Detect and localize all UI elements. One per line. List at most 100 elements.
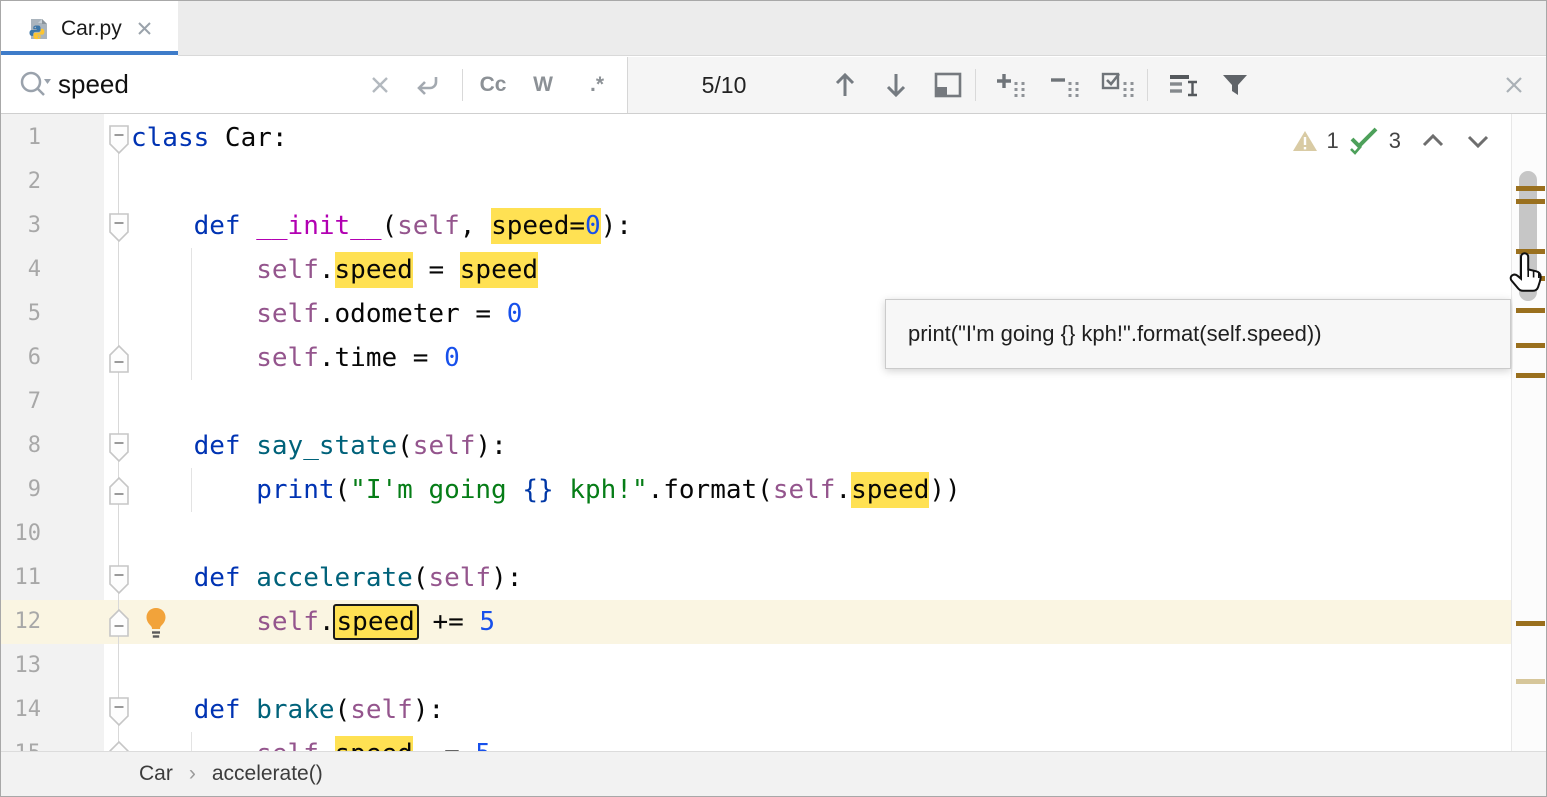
code-line-11[interactable]: 11 def accelerate(self): — [1, 556, 1513, 600]
code-token: def — [194, 431, 241, 461]
code-token: self — [428, 563, 491, 593]
code-token: )) — [929, 475, 960, 505]
fold-end-icon[interactable] — [108, 344, 130, 374]
code-token: brake — [256, 695, 334, 725]
code-token: self — [773, 475, 836, 505]
words-toggle[interactable]: W — [523, 57, 563, 113]
code-token: def — [194, 695, 241, 725]
code-token: self — [350, 695, 413, 725]
code-token: .time = — [319, 343, 444, 373]
filter-icon[interactable] — [1211, 57, 1259, 113]
code-line-14[interactable]: 14 def brake(self): — [1, 688, 1513, 732]
clear-search-icon[interactable] — [363, 57, 397, 113]
code-token: {} — [522, 475, 553, 505]
code-token: 0 — [444, 343, 460, 373]
search-match-stripe[interactable] — [1516, 308, 1545, 313]
code-line-4[interactable]: 4 self.speed = speed — [1, 248, 1513, 292]
fold-end-icon[interactable] — [108, 476, 130, 506]
search-match: 0 — [585, 208, 601, 244]
code-text: class Car: — [131, 116, 288, 160]
success-count[interactable]: 3 — [1389, 128, 1401, 154]
line-number: 2 — [1, 160, 41, 204]
breadcrumb-item-class[interactable]: Car — [139, 762, 173, 786]
divider — [462, 69, 463, 101]
code-editor[interactable]: 1class Car:23 def __init__(self, speed=0… — [1, 114, 1513, 753]
code-token — [241, 563, 257, 593]
line-number: 7 — [1, 380, 41, 424]
line-number: 5 — [1, 292, 41, 336]
line-number: 6 — [1, 336, 41, 380]
code-line-2[interactable]: 2 — [1, 160, 1513, 204]
code-token: __init__ — [256, 211, 381, 241]
code-token: . — [319, 255, 335, 285]
line-number: 1 — [1, 116, 41, 160]
prev-problem-icon[interactable] — [1418, 132, 1448, 150]
tab-car-py[interactable]: Car.py — [1, 1, 178, 56]
fold-collapse-icon[interactable] — [108, 212, 130, 242]
next-problem-icon[interactable] — [1463, 132, 1493, 150]
code-token — [241, 211, 257, 241]
search-input[interactable]: speed — [58, 69, 129, 100]
search-match-stripe[interactable] — [1516, 373, 1545, 378]
code-token — [131, 299, 256, 329]
select-all-occurrences-icon[interactable] — [1092, 57, 1144, 113]
search-match: speed — [460, 252, 538, 288]
code-token: "I'm going — [350, 475, 522, 505]
code-token: ( — [335, 695, 351, 725]
breadcrumb-item-method[interactable]: accelerate() — [212, 762, 323, 786]
next-occurrence-icon[interactable] — [874, 57, 918, 113]
add-occurrence-icon[interactable] — [986, 57, 1036, 113]
close-search-icon[interactable] — [1494, 57, 1534, 113]
new-line-icon[interactable] — [407, 57, 447, 113]
code-token: = — [413, 255, 460, 285]
code-token — [131, 607, 256, 637]
code-token: , — [460, 211, 491, 241]
editor-scrollbar[interactable] — [1511, 114, 1546, 753]
regex-toggle[interactable]: .* — [575, 57, 619, 113]
code-line-1[interactable]: 1 class Car: — [1, 116, 1513, 160]
search-match: speed — [335, 252, 413, 288]
fold-end-icon[interactable] — [108, 608, 130, 638]
code-line-3[interactable]: 3 def __init__(self, speed=0): — [1, 204, 1513, 248]
code-token: def — [194, 211, 241, 241]
code-token: Car: — [209, 123, 287, 153]
code-line-10[interactable]: 10 — [1, 512, 1513, 556]
code-token — [131, 695, 194, 725]
code-line-12[interactable]: 12 self.speed += 5 — [1, 600, 1513, 644]
code-line-15[interactable]: 15 self.speed -= 5 — [1, 732, 1513, 753]
warning-count[interactable]: 1 — [1327, 128, 1339, 154]
fold-collapse-icon[interactable] — [108, 124, 130, 154]
tooltip-text: print("I'm going {} kph!".format(self.sp… — [908, 321, 1322, 347]
search-match-stripe[interactable] — [1516, 679, 1545, 684]
code-line-9[interactable]: 9 print("I'm going {} kph!".format(self.… — [1, 468, 1513, 512]
search-match-stripe[interactable] — [1516, 621, 1545, 626]
inspections-widget: 1 3 — [1292, 122, 1494, 160]
code-text: def __init__(self, speed=0): — [131, 204, 632, 248]
fold-collapse-icon[interactable] — [108, 432, 130, 462]
search-match-stripe[interactable] — [1516, 199, 1545, 204]
search-match-stripe[interactable] — [1516, 186, 1545, 191]
code-text: self.odometer = 0 — [131, 292, 522, 336]
tab-close-icon[interactable] — [136, 20, 153, 37]
code-token: 0 — [507, 299, 523, 329]
code-token: .format( — [648, 475, 773, 505]
editor-tab-bar: Car.py — [1, 1, 1546, 56]
match-count: 5/10 — [628, 57, 820, 113]
code-line-7[interactable]: 7 — [1, 380, 1513, 424]
breadcrumb: Car › accelerate() — [1, 751, 1546, 796]
remove-occurrence-icon[interactable] — [1040, 57, 1090, 113]
code-token: print — [256, 475, 334, 505]
chevron-right-icon: › — [189, 762, 196, 786]
code-line-13[interactable]: 13 — [1, 644, 1513, 688]
previous-occurrence-icon[interactable] — [823, 57, 867, 113]
code-line-8[interactable]: 8 def say_state(self): — [1, 424, 1513, 468]
fold-collapse-icon[interactable] — [108, 696, 130, 726]
open-in-find-window-icon[interactable] — [924, 57, 972, 113]
search-icon[interactable] — [13, 57, 57, 113]
code-token: self — [256, 343, 319, 373]
search-match-stripe[interactable] — [1516, 343, 1545, 348]
match-case-toggle[interactable]: Cc — [471, 57, 515, 113]
search-options-icon[interactable] — [1158, 57, 1208, 113]
code-text: self.speed += 5 — [131, 600, 495, 644]
fold-collapse-icon[interactable] — [108, 564, 130, 594]
